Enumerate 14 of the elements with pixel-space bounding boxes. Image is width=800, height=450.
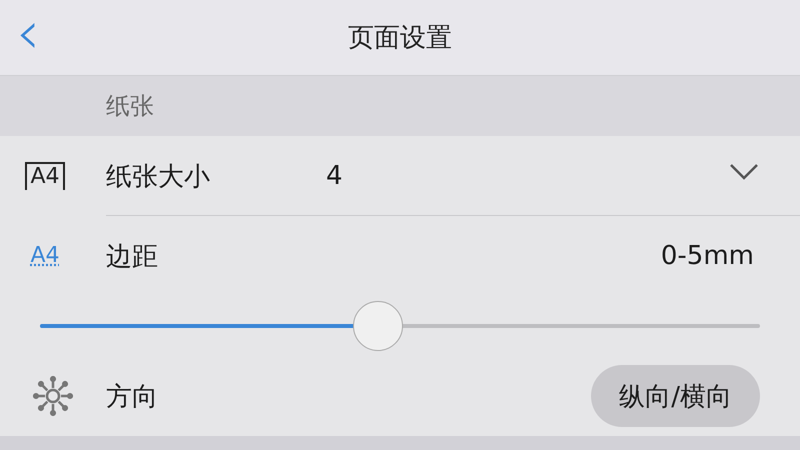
paper-size-icon: A4 [25,162,65,190]
chevron-icon[interactable] [728,162,760,182]
orientation-button[interactable]: 纵向/横向 [591,365,760,427]
slider-thumb[interactable] [353,301,404,351]
margin-slider[interactable] [40,301,760,351]
margin-reading: 0-5mm [660,241,754,271]
setting-value: 4 [326,161,343,191]
setting-label: 纸张大小 [106,160,211,194]
setting-label: 边距 [106,240,159,274]
setting-label: 方向 [106,380,159,414]
network-icon [33,376,73,416]
section-title: 纸张 [106,91,154,122]
page-title: 页面设置 [348,23,452,53]
margin-icon: A4 [27,243,63,269]
